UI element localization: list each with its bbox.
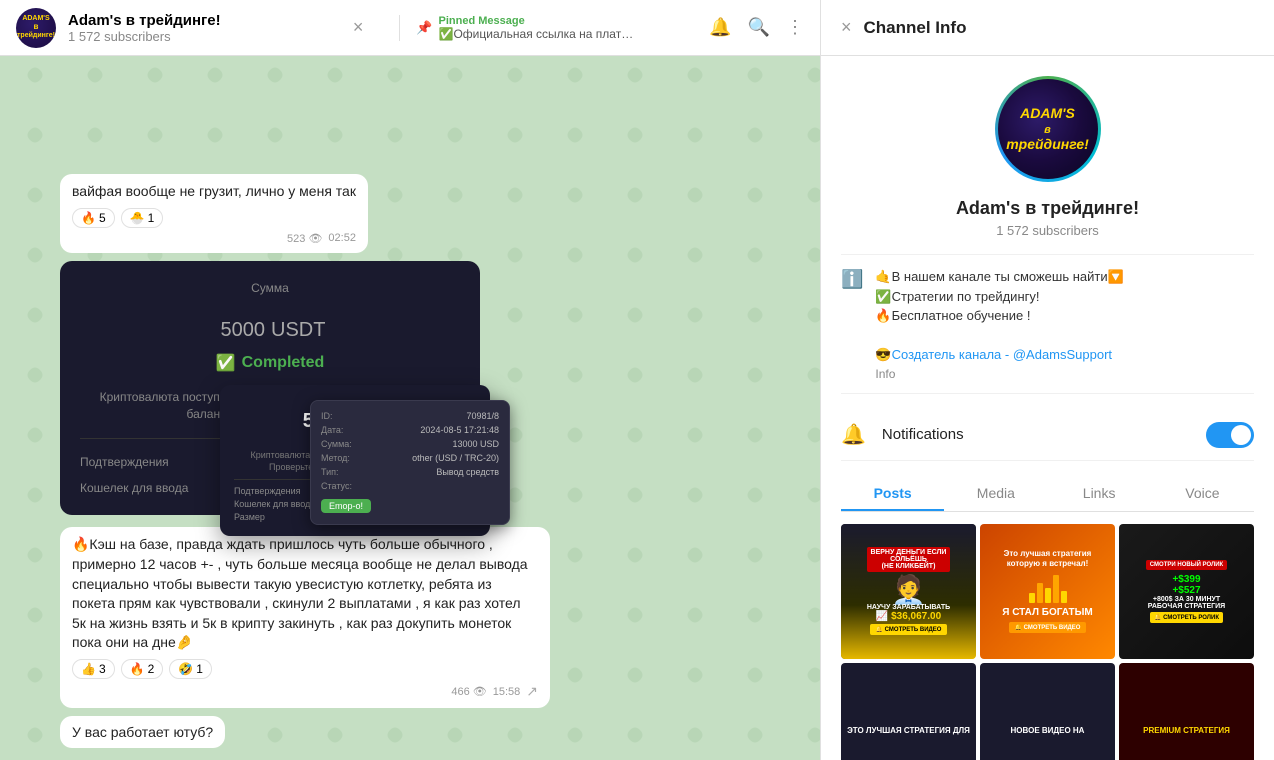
message-main-meta: 466 👁 15:58 ↗ xyxy=(72,683,538,700)
creator-link[interactable]: 😎Создатель канала - @AdamsSupport xyxy=(875,347,1112,362)
card-amount: 5000USDT xyxy=(215,303,326,345)
tab-voice[interactable]: Voice xyxy=(1151,477,1254,511)
media-thumb-1[interactable]: ВЕРНУ ДЕНЬГИ ЕСЛИСОЛЬЁШЬ(НЕ КЛИКБЕЙТ) 🧑‍… xyxy=(841,524,976,659)
reaction-thumbsup[interactable]: 👍 3 xyxy=(72,659,115,679)
media-grid: ВЕРНУ ДЕНЬГИ ЕСЛИСОЛЬЁШЬ(НЕ КЛИКБЕЙТ) 🧑‍… xyxy=(841,524,1254,760)
tab-links[interactable]: Links xyxy=(1048,477,1151,511)
notifications-label: Notifications xyxy=(882,426,1206,443)
message-1-reactions: 🔥 5 🐣 1 xyxy=(72,208,356,228)
media-thumb-3[interactable]: СМОТРИ НОВЫЙ РОЛИК +$399+$527 +800$ ЗА 3… xyxy=(1119,524,1254,659)
thumb-2-label: Это лучшая стратегиякоторую я встречал! xyxy=(1004,549,1092,570)
thumb-2-cta[interactable]: 🔔 СМОТРЕТЬ ВИДЕО xyxy=(1009,622,1087,633)
message-1-text: вайфая вообще не грузит, лично у меня та… xyxy=(72,182,356,202)
tabs-row: Posts Media Links Voice xyxy=(841,477,1254,512)
wallet-label: Кошелек для ввода xyxy=(80,481,188,495)
info-description: 🤙В нашем канале ты сможешь найти🔽 ✅Страт… xyxy=(875,267,1123,365)
message-1: вайфая вообще не грузит, лично у меня та… xyxy=(60,174,368,253)
forward-icon[interactable]: ↗ xyxy=(526,683,538,700)
chat-header: ADAM'Sвтрейдинге! Adam's в трейдинге! 1 … xyxy=(0,0,820,56)
info-icon: ℹ️ xyxy=(841,269,863,381)
message-bottom: У вас работает ютуб? xyxy=(60,716,225,748)
bell-icon: 🔔 xyxy=(841,422,866,447)
channel-subs-header: 1 572 subscribers xyxy=(68,29,341,44)
thumb-3-profit: +$399+$527 xyxy=(1172,574,1200,596)
details-row-status: Статус: xyxy=(321,481,499,491)
details-row-id: ID: 70981/8 xyxy=(321,411,499,421)
thumb-3-cta[interactable]: 🔔 СМОТРЕТЬ РОЛИК xyxy=(1150,612,1223,623)
card-label: Сумма xyxy=(251,281,289,295)
thumb-5-content: НОВОЕ ВИДЕО НА xyxy=(980,663,1115,760)
channel-avatar-ring: ADAM'Sвтрейдинге! xyxy=(995,76,1101,182)
thumb-3-new: СМОТРИ НОВЫЙ РОЛИК xyxy=(1146,560,1227,570)
info-section: ℹ️ 🤙В нашем канале ты сможешь найти🔽 ✅Ст… xyxy=(841,254,1254,394)
reaction-laughing[interactable]: 🤣 1 xyxy=(169,659,212,679)
thumb-4-content: ЭТО ЛУЧШАЯ СТРАТЕГИЯ ДЛЯ xyxy=(841,663,976,760)
chat-panel: ADAM'Sвтрейдинге! Adam's в трейдинге! 1 … xyxy=(0,0,820,760)
thumb-1-amount: 📈 $36,067.00 xyxy=(876,611,941,622)
right-panel-title: Channel Info xyxy=(864,18,967,38)
details-row-summa: Сумма: 13000 USD xyxy=(321,439,499,449)
avatar-image: ADAM'Sвтрейдинге! xyxy=(16,8,56,48)
thumb-1-cta[interactable]: 🔔 СМОТРЕТЬ ВИДЕО xyxy=(870,624,948,635)
tab-media[interactable]: Media xyxy=(944,477,1047,511)
message-1-meta: 523 👁 02:52 xyxy=(72,232,356,245)
details-row-type: Тип: Вывод средств xyxy=(321,467,499,477)
reaction-egg[interactable]: 🐣 1 xyxy=(121,208,164,228)
avatar-text: ADAM'Sвтрейдинге! xyxy=(1006,106,1089,152)
right-close-button[interactable]: × xyxy=(841,17,852,38)
message-1-views: 523 👁 xyxy=(287,232,322,245)
message-1-time: 02:52 xyxy=(328,232,356,244)
media-thumb-5[interactable]: НОВОЕ ВИДЕО НА xyxy=(980,663,1115,760)
media-thumb-6[interactable]: PREMIUM СТРАТЕГИЯ xyxy=(1119,663,1254,760)
details-row-method: Метод: other (USD / TRC-20) xyxy=(321,453,499,463)
thumb-6-content: PREMIUM СТРАТЕГИЯ xyxy=(1119,663,1254,760)
message-bottom-text: У вас работает ютуб? xyxy=(72,724,213,740)
message-main-views: 466 👁 xyxy=(451,685,486,698)
more-icon[interactable]: ⋮ xyxy=(786,17,804,38)
right-panel: × Channel Info ADAM'Sвтрейдинге! Adam's … xyxy=(820,0,1274,760)
message-main-text: 🔥Кэш на базе, правда ждать пришлось чуть… xyxy=(72,535,538,653)
message-main-time: 15:58 xyxy=(493,686,521,698)
pinned-text: ✅Официальная ссылка на платф... xyxy=(439,27,639,41)
thumb-1-earn: НАУЧУ ЗАРАБАТЫВАТЬ xyxy=(867,604,950,611)
media-thumb-4[interactable]: ЭТО ЛУЧШАЯ СТРАТЕГИЯ ДЛЯ xyxy=(841,663,976,760)
channel-info: Adam's в трейдинге! 1 572 subscribers xyxy=(68,12,341,44)
channel-avatar-inner: ADAM'Sвтрейдинге! xyxy=(998,79,1098,179)
message-main: 🔥Кэш на базе, правда ждать пришлось чуть… xyxy=(60,527,550,708)
details-row-date: Дата: 2024-08-5 17:21:48 xyxy=(321,425,499,435)
thumb-2-chart xyxy=(1029,573,1067,603)
channel-name-header: Adam's в трейдинге! xyxy=(68,12,341,29)
notifications-toggle[interactable] xyxy=(1206,422,1254,448)
header-icons: 🔔 🔍 ⋮ xyxy=(709,17,804,38)
info-label: Info xyxy=(875,367,1123,381)
thumb-1-man: 🧑‍💼 xyxy=(891,576,926,604)
pinned-message-area[interactable]: 📌 Pinned Message ✅Официальная ссылка на … xyxy=(399,15,689,41)
channel-name-right: Adam's в трейдинге! xyxy=(841,198,1254,219)
thumb-3-strategy: +800$ ЗА 30 МИНУТРАБОЧАЯ СТРАТЕГИЯ xyxy=(1148,596,1225,610)
thumb-2-rich: Я СТАЛ БОГАТЫМ xyxy=(1002,607,1093,618)
channel-avatar-container: ADAM'Sвтрейдинге! xyxy=(841,76,1254,182)
channel-avatar-small[interactable]: ADAM'Sвтрейдинге! xyxy=(16,8,56,48)
tab-posts[interactable]: Posts xyxy=(841,477,944,511)
status-badge: Emop-o! xyxy=(321,499,371,513)
reaction-fire-2[interactable]: 🔥 2 xyxy=(121,659,164,679)
message-main-reactions: 👍 3 🔥 2 🤣 1 xyxy=(72,659,538,679)
chat-close-button[interactable]: × xyxy=(353,17,364,38)
search-icon[interactable]: 🔍 xyxy=(748,17,770,38)
reaction-fire[interactable]: 🔥 5 xyxy=(72,208,115,228)
pinned-info: Pinned Message ✅Официальная ссылка на пл… xyxy=(439,15,690,41)
right-content: ADAM'Sвтрейдинге! Adam's в трейдинге! 1 … xyxy=(821,56,1274,760)
pinned-label: Pinned Message xyxy=(439,15,690,27)
media-thumb-2[interactable]: Это лучшая стратегиякоторую я встречал! … xyxy=(980,524,1115,659)
channel-subs-right: 1 572 subscribers xyxy=(841,223,1254,238)
pin-icon: 📌 xyxy=(416,20,432,36)
thumb-1-label: ВЕРНУ ДЕНЬГИ ЕСЛИСОЛЬЁШЬ(НЕ КЛИКБЕЙТ) xyxy=(867,547,951,572)
mute-icon[interactable]: 🔔 xyxy=(709,17,731,38)
info-content: 🤙В нашем канале ты сможешь найти🔽 ✅Страт… xyxy=(875,267,1123,381)
right-header: × Channel Info xyxy=(821,0,1274,56)
notifications-row: 🔔 Notifications xyxy=(841,410,1254,461)
confirmations-label: Подтверждения xyxy=(80,455,169,469)
details-popup: ID: 70981/8 Дата: 2024-08-5 17:21:48 Сум… xyxy=(310,400,510,525)
completed-badge: Completed xyxy=(216,353,325,373)
